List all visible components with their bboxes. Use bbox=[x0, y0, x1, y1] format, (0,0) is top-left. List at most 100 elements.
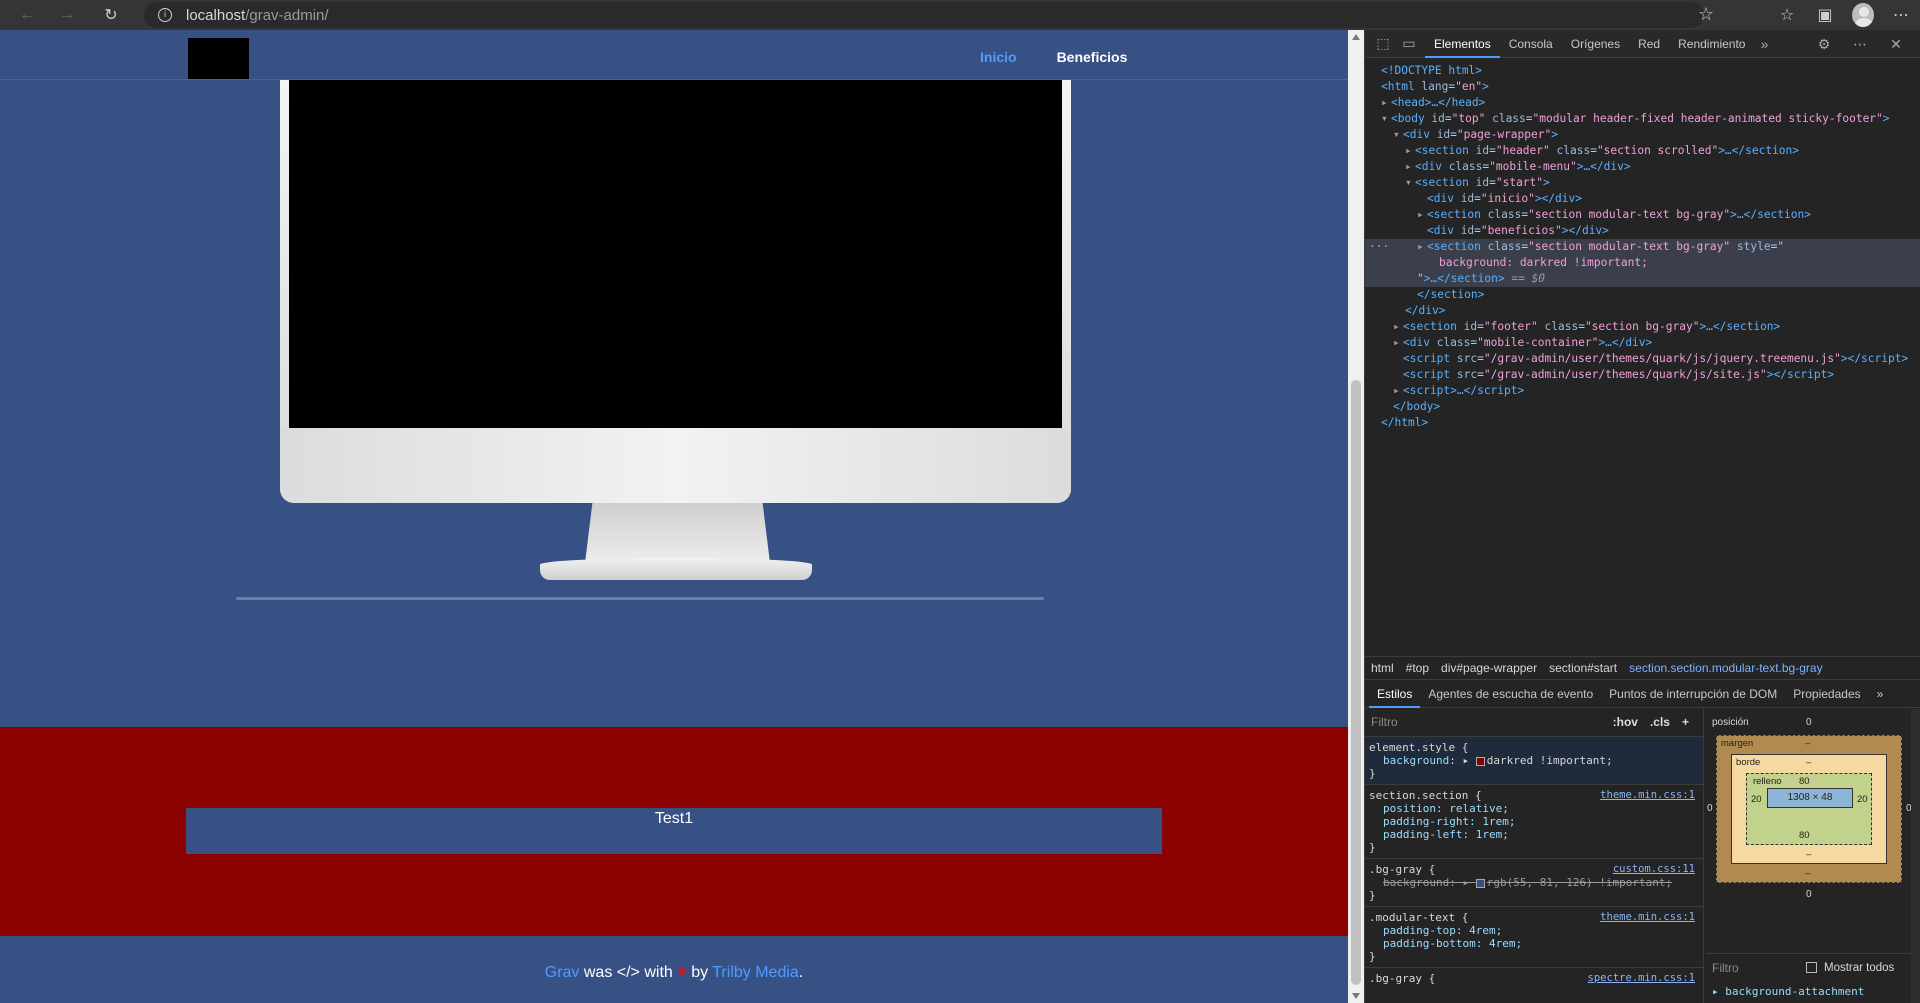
dom-node[interactable]: <html lang="en"> bbox=[1365, 79, 1920, 95]
forward-arrow-icon[interactable]: → bbox=[56, 4, 78, 26]
dom-node[interactable]: </section> bbox=[1365, 287, 1920, 303]
settings-gear-icon[interactable]: ⚙ bbox=[1814, 34, 1834, 54]
more-menu-icon[interactable]: ⋯ bbox=[1890, 4, 1912, 26]
tab-red[interactable]: Red bbox=[1629, 30, 1669, 58]
rule-declaration[interactable]: position: relative; bbox=[1369, 802, 1697, 815]
more-options-icon[interactable]: ⋯ bbox=[1850, 34, 1870, 54]
rule-source-link[interactable]: spectre.min.css:1 bbox=[1588, 972, 1695, 985]
scrollbar-thumb[interactable] bbox=[1351, 380, 1361, 985]
device-emulation-icon[interactable]: ▭ bbox=[1399, 34, 1419, 54]
url-text[interactable]: localhost/grav-admin/ bbox=[186, 7, 329, 24]
favorites-list-icon[interactable]: ☆ bbox=[1776, 4, 1798, 26]
margin-bottom-value: – bbox=[1805, 868, 1811, 879]
dom-node-selected[interactable]: background: darkred !important; bbox=[1365, 255, 1920, 271]
address-bar[interactable]: i localhost/grav-admin/ bbox=[144, 2, 1704, 28]
dom-node[interactable]: <script src="/grav-admin/user/themes/qua… bbox=[1365, 367, 1920, 383]
more-tabs-chevron-icon[interactable]: » bbox=[1754, 34, 1774, 54]
box-pane-scrollbar[interactable] bbox=[1911, 709, 1920, 1003]
rule-declaration[interactable]: background: ▸ darkred !important; bbox=[1369, 754, 1697, 767]
favorite-star-icon[interactable]: ☆ bbox=[1698, 4, 1714, 25]
dom-node[interactable]: ▾ <body id="top" class="modular header-fi… bbox=[1365, 111, 1920, 127]
dom-node[interactable]: ▸ <section id="header" class="section scr… bbox=[1365, 143, 1920, 159]
dom-node[interactable]: ▸ <head>…</head> bbox=[1365, 95, 1920, 111]
rule-source-link[interactable]: theme.min.css:1 bbox=[1600, 911, 1695, 924]
hov-toggle[interactable]: :hov bbox=[1613, 716, 1638, 729]
grav-link[interactable]: Grav bbox=[545, 964, 580, 981]
page-scrollbar[interactable] bbox=[1348, 30, 1364, 1003]
info-icon[interactable]: i bbox=[158, 8, 172, 22]
dom-node[interactable]: ▸ <section class="section modular-text bg… bbox=[1365, 207, 1920, 223]
crumb-top[interactable]: #top bbox=[1406, 661, 1429, 675]
rule-bg-gray[interactable]: .bg-gray { custom.css:11 background: ▸ r… bbox=[1365, 859, 1703, 907]
computed-filter-input[interactable]: Filtro bbox=[1712, 961, 1739, 975]
scroll-down-arrow-icon[interactable] bbox=[1352, 993, 1360, 999]
tab-origenes[interactable]: Orígenes bbox=[1562, 30, 1629, 58]
rule-bg-gray-2[interactable]: .bg-gray { spectre.min.css:1 bbox=[1365, 968, 1703, 989]
box-padding[interactable]: relleno 80 20 20 1308 × 48 80 bbox=[1746, 773, 1872, 845]
computed-property[interactable]: ▸ background-attachment bbox=[1712, 985, 1864, 998]
dom-node-selected[interactable]: ··· ▸ <section class="section modular-text… bbox=[1365, 239, 1920, 255]
dom-node[interactable]: ▾ <section id="start"> bbox=[1365, 175, 1920, 191]
position-left-value: 0 bbox=[1707, 803, 1713, 814]
tab-consola[interactable]: Consola bbox=[1500, 30, 1562, 58]
crumb-page-wrapper[interactable]: div#page-wrapper bbox=[1441, 661, 1537, 675]
box-model-pane: posición 0 0 0 margen – borde – relleno … bbox=[1706, 709, 1920, 1003]
show-all-checkbox[interactable] bbox=[1806, 962, 1817, 973]
crumb-section[interactable]: section.section.modular-text.bg-gray bbox=[1629, 661, 1822, 675]
trilby-media-link[interactable]: Trilby Media bbox=[712, 964, 799, 981]
dom-node[interactable]: <div id="beneficios"></div> bbox=[1365, 223, 1920, 239]
nav-item-beneficios[interactable]: Beneficios bbox=[1057, 49, 1128, 65]
rule-source-link[interactable]: theme.min.css:1 bbox=[1600, 789, 1695, 802]
collections-icon[interactable]: ▣ bbox=[1814, 4, 1836, 26]
rule-declaration[interactable]: padding-top: 4rem; bbox=[1369, 924, 1697, 937]
tab-rendimiento[interactable]: Rendimiento bbox=[1669, 30, 1754, 58]
rule-element-style[interactable]: element.style { background: ▸ darkred !i… bbox=[1365, 737, 1703, 785]
box-border[interactable]: borde – relleno 80 20 20 1308 × 48 80 – bbox=[1731, 754, 1887, 864]
dom-node[interactable]: ▸ <div class="mobile-container">…</div> bbox=[1365, 335, 1920, 351]
dom-node[interactable]: <div id="inicio"></div> bbox=[1365, 191, 1920, 207]
dom-node-selected[interactable]: ">…</section> == $0 bbox=[1365, 271, 1920, 287]
rule-declaration[interactable]: padding-right: 1rem; bbox=[1369, 815, 1697, 828]
tab-propiedades[interactable]: Propiedades bbox=[1785, 680, 1868, 708]
tab-estilos[interactable]: Estilos bbox=[1369, 680, 1421, 708]
rule-declaration[interactable]: background: ▸ rgb(55, 81, 126) !importan… bbox=[1369, 876, 1697, 889]
rule-modular-text[interactable]: .modular-text { theme.min.css:1 padding-… bbox=[1365, 907, 1703, 968]
dom-node[interactable]: </body> bbox=[1365, 399, 1920, 415]
rule-declaration[interactable]: padding-left: 1rem; bbox=[1369, 828, 1697, 841]
more-tabs-chevron-icon[interactable]: » bbox=[1869, 680, 1892, 708]
back-arrow-icon[interactable]: ← bbox=[16, 4, 38, 26]
crumb-start[interactable]: section#start bbox=[1549, 661, 1617, 675]
cls-toggle[interactable]: .cls bbox=[1650, 716, 1670, 729]
dom-node[interactable]: <!DOCTYPE html> bbox=[1365, 63, 1920, 79]
styles-filter-input[interactable]: Filtro bbox=[1371, 716, 1398, 729]
tab-elementos[interactable]: Elementos bbox=[1425, 30, 1500, 58]
computed-filter[interactable]: Filtro Mostrar todos bbox=[1706, 953, 1920, 981]
rule-section[interactable]: section.section { theme.min.css:1 positi… bbox=[1365, 785, 1703, 859]
site-logo[interactable] bbox=[188, 38, 249, 79]
dom-tree[interactable]: <!DOCTYPE html> <html lang="en"> ▸ <head>… bbox=[1365, 59, 1920, 649]
color-swatch[interactable] bbox=[1475, 878, 1485, 888]
rule-source-link[interactable]: custom.css:11 bbox=[1613, 863, 1695, 876]
reload-icon[interactable]: ↻ bbox=[100, 4, 122, 26]
dom-node[interactable]: ▸ <section id="footer" class="section bg-… bbox=[1365, 319, 1920, 335]
dom-node[interactable]: ▸ <script>…</script> bbox=[1365, 383, 1920, 399]
add-rule-icon[interactable]: + bbox=[1682, 716, 1689, 729]
styles-filter[interactable]: Filtro :hov .cls + bbox=[1365, 709, 1703, 737]
box-content[interactable]: 1308 × 48 bbox=[1767, 788, 1853, 808]
rule-declaration[interactable]: padding-bottom: 4rem; bbox=[1369, 937, 1697, 950]
crumb-html[interactable]: html bbox=[1371, 661, 1394, 675]
nav-item-inicio[interactable]: Inicio bbox=[980, 49, 1017, 65]
dom-node[interactable]: </html> bbox=[1365, 415, 1920, 431]
dom-node[interactable]: ▾ <div id="page-wrapper"> bbox=[1365, 127, 1920, 143]
dom-node[interactable]: <script src="/grav-admin/user/themes/qua… bbox=[1365, 351, 1920, 367]
dom-node[interactable]: ▸ <div class="mobile-menu">…</div> bbox=[1365, 159, 1920, 175]
profile-avatar[interactable] bbox=[1852, 3, 1874, 27]
inspect-element-icon[interactable]: ⬚ bbox=[1373, 34, 1393, 54]
dom-node[interactable]: </div> bbox=[1365, 303, 1920, 319]
color-swatch[interactable] bbox=[1475, 756, 1485, 766]
tab-dom-breakpoints[interactable]: Puntos de interrupción de DOM bbox=[1601, 680, 1785, 708]
scroll-up-arrow-icon[interactable] bbox=[1352, 34, 1360, 40]
close-icon[interactable]: ✕ bbox=[1886, 34, 1906, 54]
tab-event-listeners[interactable]: Agentes de escucha de evento bbox=[1420, 680, 1601, 708]
box-margin[interactable]: margen – borde – relleno 80 20 20 1308 ×… bbox=[1716, 735, 1902, 883]
